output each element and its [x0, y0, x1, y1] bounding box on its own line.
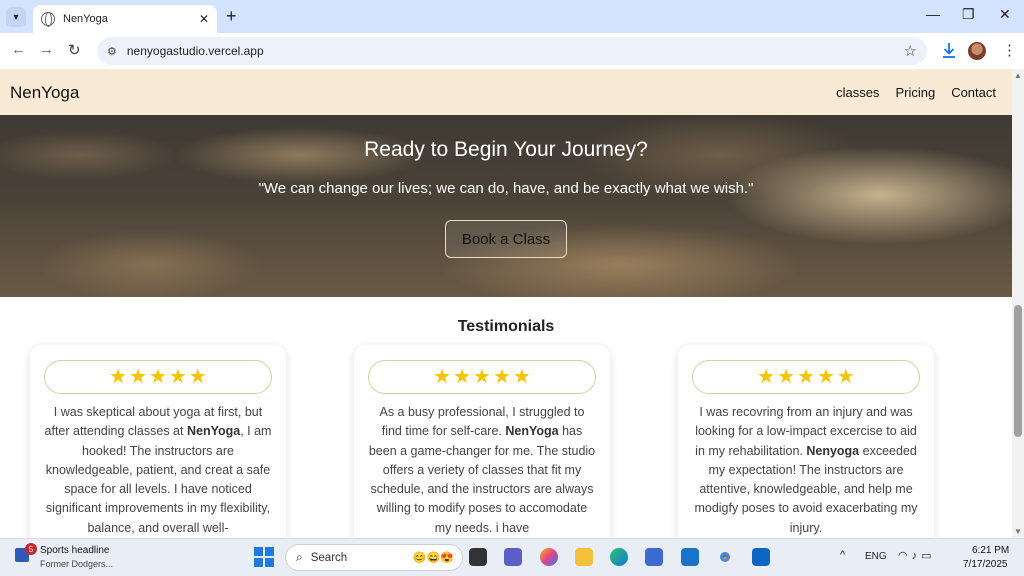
- store-icon[interactable]: [645, 548, 663, 566]
- testimonial-card: ★ ★ ★ ★ ★ As a busy professional, I stru…: [354, 345, 610, 538]
- network-volume-battery-icons[interactable]: ◠♪▭: [898, 549, 936, 562]
- star-icon: ★: [816, 366, 835, 388]
- nav-links: classes Pricing Contact: [836, 85, 996, 100]
- tray-overflow-icon[interactable]: ^: [840, 549, 845, 561]
- task-view-icon[interactable]: [469, 548, 487, 566]
- star-rating: ★ ★ ★ ★ ★: [368, 360, 596, 394]
- testimonial-card: ★ ★ ★ ★ ★ I was skeptical about yoga at …: [30, 345, 286, 538]
- news-headline[interactable]: Sports headline: [40, 545, 110, 556]
- star-icon: ★: [188, 366, 207, 388]
- forward-icon[interactable]: →: [39, 41, 54, 58]
- nav-link-classes[interactable]: classes: [836, 85, 879, 100]
- hero-quote: "We can change our lives; we can do, hav…: [258, 180, 754, 197]
- download-icon[interactable]: [941, 42, 957, 60]
- bookmark-star-icon[interactable]: ☆: [904, 42, 917, 60]
- brand-name: NenYoga: [186, 424, 241, 439]
- browser-toolbar: ← → ↻ ⚙ nenyogastudio.vercel.app ☆ ⋮: [0, 33, 1024, 69]
- profile-avatar[interactable]: [968, 42, 986, 60]
- language-indicator[interactable]: ENG: [865, 551, 887, 562]
- testimonial-text: I was skeptical about yoga at first, but…: [44, 405, 272, 535]
- chrome-icon[interactable]: [716, 548, 734, 566]
- brand-name: NenYoga: [505, 424, 559, 439]
- windows-start-icon[interactable]: [254, 547, 274, 567]
- star-icon: ★: [149, 366, 167, 388]
- file-explorer-icon[interactable]: [575, 548, 593, 566]
- testimonials-section: Testimonials ★ ★ ★ ★ ★ I was skeptical a…: [0, 297, 1012, 538]
- star-icon: ★: [129, 366, 148, 388]
- hero-section: Ready to Begin Your Journey? "We can cha…: [0, 115, 1012, 297]
- star-icon: ★: [797, 366, 815, 388]
- site-settings-icon[interactable]: ⚙: [107, 45, 117, 58]
- mail-icon[interactable]: [681, 548, 699, 566]
- testimonial-text: As a busy professional, I struggled to f…: [368, 405, 596, 535]
- brand-name: Nenyoga: [806, 443, 860, 458]
- star-icon: ★: [836, 366, 855, 388]
- search-label: Search: [310, 551, 348, 564]
- tab-close-icon[interactable]: ✕: [199, 12, 209, 26]
- page-viewport: NenYoga classes Pricing Contact Ready to…: [0, 69, 1012, 538]
- star-rating: ★ ★ ★ ★ ★: [44, 360, 272, 394]
- search-icon: ⌕: [296, 550, 303, 564]
- star-icon: ★: [109, 366, 128, 388]
- scroll-down-icon[interactable]: ▼: [1014, 527, 1022, 536]
- copilot-icon[interactable]: [540, 548, 558, 566]
- restore-button[interactable]: ❐: [962, 6, 975, 23]
- star-icon: ★: [757, 366, 776, 388]
- scroll-up-icon[interactable]: ▲: [1014, 71, 1022, 80]
- nav-link-pricing[interactable]: Pricing: [895, 85, 935, 100]
- new-tab-button[interactable]: +: [226, 6, 237, 27]
- scroll-thumb[interactable]: [1014, 305, 1022, 437]
- testimonials-heading: Testimonials: [457, 318, 555, 335]
- hero-title: Ready to Begin Your Journey?: [364, 138, 648, 161]
- page-scrollbar[interactable]: ▲ ▼: [1012, 69, 1024, 538]
- site-logo[interactable]: NenYoga: [10, 83, 79, 103]
- clock-time[interactable]: 6:21 PM: [972, 545, 1009, 556]
- edge-icon[interactable]: [610, 548, 628, 566]
- nav-link-contact[interactable]: Contact: [951, 85, 996, 100]
- notification-badge: 5: [25, 543, 37, 555]
- browser-tab[interactable]: NenYoga ✕: [33, 5, 217, 33]
- back-icon[interactable]: ←: [11, 41, 26, 58]
- star-icon: ★: [433, 366, 452, 388]
- star-rating: ★ ★ ★ ★ ★: [692, 360, 920, 394]
- windows-taskbar: 5 Sports headline Former Dodgers... ⌕ Se…: [0, 538, 1024, 576]
- tab-search-icon[interactable]: ▾: [6, 7, 26, 27]
- site-navbar: NenYoga classes Pricing Contact: [0, 69, 1012, 115]
- url-text[interactable]: nenyogastudio.vercel.app: [127, 44, 904, 58]
- star-icon: ★: [777, 366, 796, 388]
- search-highlight-icon: 😊😄😍: [412, 552, 454, 564]
- tab-title: NenYoga: [63, 13, 108, 25]
- star-icon: ★: [473, 366, 491, 388]
- clock-date[interactable]: 7/17/2025: [963, 559, 1008, 570]
- close-window-button[interactable]: ✕: [999, 6, 1011, 23]
- browser-tab-bar: ▾ NenYoga ✕ + — ❐ ✕: [0, 0, 1024, 33]
- star-icon: ★: [492, 366, 511, 388]
- address-bar[interactable]: ⚙ nenyogastudio.vercel.app ☆: [97, 37, 927, 65]
- browser-menu-icon[interactable]: ⋮: [1002, 41, 1017, 59]
- taskbar-search[interactable]: ⌕ Search 😊😄😍: [285, 544, 463, 571]
- star-icon: ★: [168, 366, 187, 388]
- news-subtitle[interactable]: Former Dodgers...: [40, 559, 113, 569]
- testimonial-text: I was recovring from an injury and was l…: [694, 405, 918, 535]
- testimonial-card: ★ ★ ★ ★ ★ I was recovring from an injury…: [678, 345, 934, 538]
- linkedin-icon[interactable]: [752, 548, 770, 566]
- globe-icon: [41, 12, 55, 27]
- star-icon: ★: [512, 366, 531, 388]
- star-icon: ★: [453, 366, 472, 388]
- reload-icon[interactable]: ↻: [68, 41, 81, 59]
- book-class-button[interactable]: Book a Class: [445, 220, 567, 258]
- minimize-button[interactable]: —: [926, 6, 940, 22]
- teams-icon[interactable]: [504, 548, 522, 566]
